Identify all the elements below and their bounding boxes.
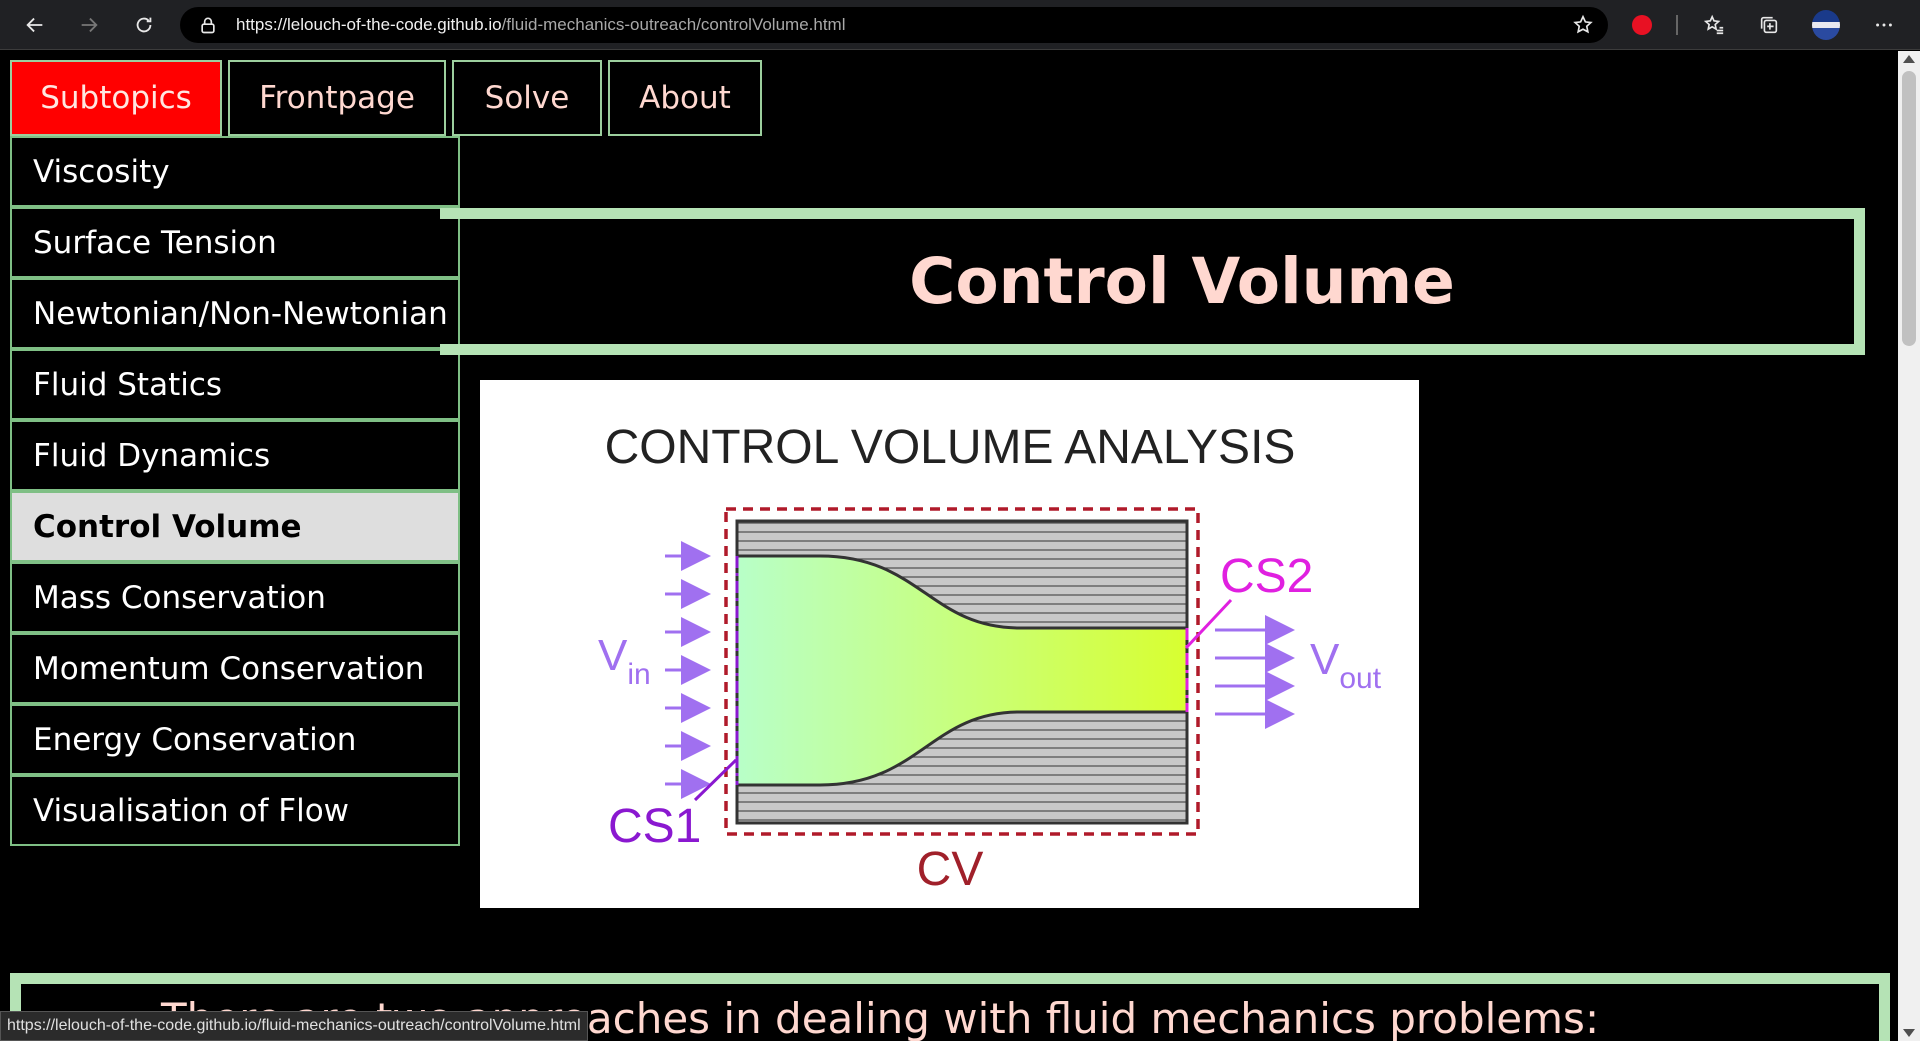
sidebar-item-viscosity[interactable]: Viscosity (10, 136, 460, 207)
sidebar-item-control-volume[interactable]: Control Volume (10, 491, 460, 562)
diagram-svg: CONTROL VOLUME ANALYSIS Vin Vout CS1 CS2… (598, 421, 1382, 896)
cs1-leader (693, 758, 738, 802)
toolbar-divider (1676, 15, 1678, 35)
title-panel: Control Volume (440, 208, 1865, 355)
refresh-icon[interactable] (128, 9, 160, 41)
sidebar-item-surface-tension[interactable]: Surface Tension (10, 207, 460, 278)
svg-text:Vout: Vout (1310, 635, 1382, 695)
diagram-heading: CONTROL VOLUME ANALYSIS (605, 421, 1296, 474)
tab-subtopics[interactable]: Subtopics (10, 60, 222, 136)
sidebar-item-visualisation-of-flow[interactable]: Visualisation of Flow (10, 775, 460, 846)
more-icon[interactable] (1870, 11, 1898, 39)
extension-stop-icon[interactable] (1628, 11, 1656, 39)
v-in-label: V (598, 631, 628, 680)
browser-toolbar: https://lelouch-of-the-code.github.io/fl… (0, 0, 1920, 50)
forward-icon[interactable] (73, 9, 105, 41)
sidebar-item-fluid-statics[interactable]: Fluid Statics (10, 349, 460, 420)
sidebar-item-fluid-dynamics[interactable]: Fluid Dynamics (10, 420, 460, 491)
sidebar-item-momentum-conservation[interactable]: Momentum Conservation (10, 633, 460, 704)
url-text: https://lelouch-of-the-code.github.io/fl… (236, 15, 846, 35)
sidebar-item-newtonian[interactable]: Newtonian/Non-Newtonian (10, 278, 460, 349)
svg-text:Vin: Vin (598, 631, 651, 691)
tab-frontpage[interactable]: Frontpage (228, 60, 446, 136)
v-out-subscript: out (1339, 662, 1381, 695)
tab-solve[interactable]: Solve (452, 60, 602, 136)
scroll-up-icon[interactable] (1903, 55, 1915, 63)
back-icon[interactable] (19, 9, 51, 41)
add-favorite-icon[interactable] (1572, 14, 1594, 36)
control-volume-diagram: CONTROL VOLUME ANALYSIS Vin Vout CS1 CS2… (480, 380, 1419, 908)
page-title: Control Volume (909, 245, 1455, 318)
scroll-thumb[interactable] (1902, 71, 1916, 346)
top-navigation: Subtopics Frontpage Solve About (10, 60, 768, 136)
inlet-arrows (665, 541, 711, 799)
scroll-down-icon[interactable] (1903, 1029, 1915, 1037)
cv-label: CV (917, 843, 984, 896)
cs2-leader (1184, 598, 1233, 650)
page-content: Subtopics Frontpage Solve About Viscosit… (0, 51, 1898, 1041)
lock-icon[interactable] (198, 15, 218, 35)
url-path: /fluid-mechanics-outreach/controlVolume.… (501, 15, 846, 34)
cs1-label: CS1 (608, 800, 701, 853)
sidebar-item-mass-conservation[interactable]: Mass Conservation (10, 562, 460, 633)
status-bar-url: https://lelouch-of-the-code.github.io/fl… (0, 1011, 588, 1041)
address-bar[interactable]: https://lelouch-of-the-code.github.io/fl… (180, 7, 1608, 43)
v-out-label: V (1310, 635, 1340, 684)
url-host: https://lelouch-of-the-code.github.io (236, 15, 502, 34)
tab-about[interactable]: About (608, 60, 762, 136)
outlet-arrows (1215, 615, 1295, 729)
profile-avatar[interactable] (1812, 10, 1840, 40)
subtopics-dropdown: Viscosity Surface Tension Newtonian/Non-… (10, 136, 460, 846)
v-in-subscript: in (627, 658, 650, 691)
favorites-icon[interactable] (1700, 11, 1728, 39)
cs2-label: CS2 (1220, 550, 1313, 603)
sidebar-item-energy-conservation[interactable]: Energy Conservation (10, 704, 460, 775)
page-scrollbar[interactable] (1898, 51, 1920, 1041)
collections-icon[interactable] (1755, 11, 1783, 39)
